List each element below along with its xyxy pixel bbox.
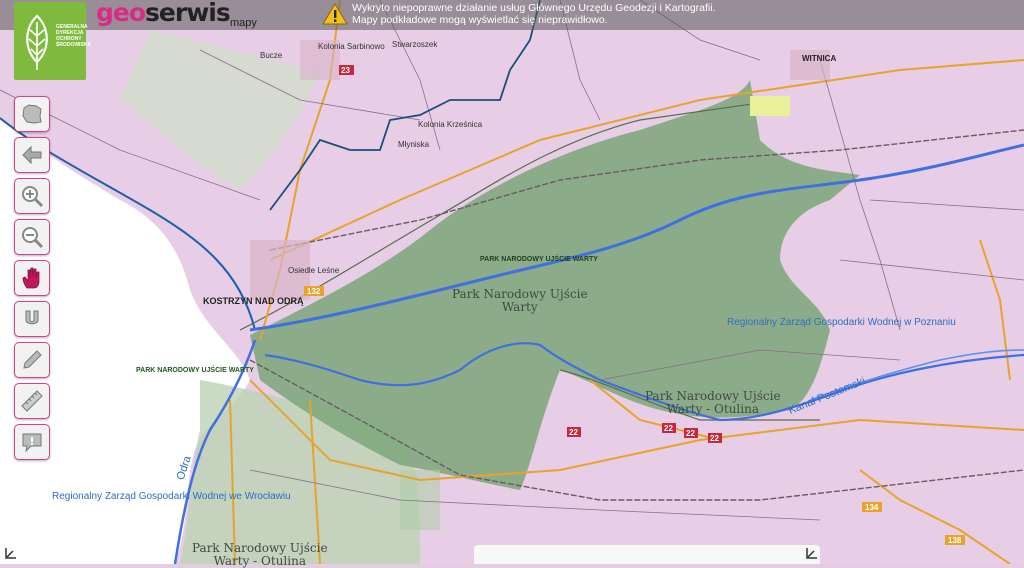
rzgw-wroclaw-label: Regionalny Zarząd Gospodarki Wodnej we W… — [52, 491, 291, 502]
logo-org-text: GENERALNA DYREKCJA OCHRONY ŚRODOWISKA — [56, 24, 91, 48]
town-label: Stwarzoszek — [392, 40, 438, 49]
warning-line-1: Wykryto niepoprawne działanie usług Głów… — [352, 2, 716, 14]
zoom-in-button[interactable] — [14, 178, 50, 214]
full-extent-button[interactable] — [14, 96, 50, 132]
town-label: Osiedle Leśne — [288, 266, 340, 275]
identify-button[interactable] — [14, 301, 50, 337]
zoom-in-icon — [22, 186, 44, 208]
warning-line-2: Mapy podkładowe mogą wyświetlać się niep… — [352, 14, 608, 26]
pan-button[interactable] — [14, 260, 50, 296]
park-label: Park Narodowy Ujście Warty — [452, 287, 588, 314]
field-patch — [750, 96, 790, 116]
expand-corner-icon[interactable] — [5, 547, 17, 559]
park-label-upper: PARK NARODOWY UJŚCIE WARTY — [480, 256, 598, 263]
resize-corner-icon[interactable] — [806, 547, 818, 559]
comment-icon — [22, 433, 42, 453]
leaf-icon — [26, 14, 48, 70]
park-buffer-label: Park Narodowy Ujście Warty - Otulina — [645, 389, 781, 416]
measure-button[interactable] — [14, 383, 50, 419]
ruler-icon — [21, 390, 43, 412]
warning-triangle-icon — [322, 3, 348, 25]
zoom-out-button[interactable] — [14, 219, 50, 255]
map-canvas[interactable]: 23 132 22 22 22 22 134 138 — [0, 0, 1024, 564]
rzgw-poznan-label: Regionalny Zarząd Gospodarki Wodnej w Po… — [727, 317, 956, 328]
brand-serwis: serwis — [145, 0, 231, 27]
warning-message: Wykryto niepoprawne działanie usług Głów… — [352, 2, 716, 26]
town-label: Kolonia Sarbinowo — [318, 42, 385, 51]
hand-icon — [22, 267, 40, 289]
park-label-left: PARK NARODOWY UJŚCIE WARTY — [136, 367, 254, 374]
city-label: KOSTRZYN NAD ODRĄ — [203, 296, 304, 306]
park-buffer-label-bottom: Park Narodowy Ujście Warty - Otulina — [192, 541, 328, 568]
road-134-label: 134 — [865, 503, 879, 512]
magnet-icon — [25, 310, 39, 325]
road-138-label: 138 — [948, 536, 962, 545]
poland-map-icon — [22, 104, 42, 124]
road-22-label: 22 — [686, 429, 695, 438]
bottom-panel[interactable] — [474, 545, 820, 564]
town-label: Młyniska — [398, 140, 430, 149]
road-132-label: 132 — [307, 287, 321, 296]
message-button[interactable] — [14, 424, 50, 460]
draw-button[interactable] — [14, 342, 50, 378]
town-label: Bucze — [260, 51, 283, 60]
town-witnica-label: WITNICA — [802, 54, 837, 63]
road-22-label: 22 — [569, 428, 578, 437]
previous-view-button[interactable] — [14, 137, 50, 173]
brand-subtitle: mapy — [230, 17, 257, 29]
gdos-logo[interactable]: GENERALNA DYREKCJA OCHRONY ŚRODOWISKA — [14, 2, 91, 80]
town-label: Kolonia Krześnica — [418, 120, 483, 129]
zoom-out-icon — [22, 227, 44, 249]
road-22-label: 22 — [710, 434, 719, 443]
road-23-label: 23 — [341, 66, 350, 75]
brand-geo: geo — [96, 0, 146, 27]
pencil-icon — [23, 350, 42, 369]
arrow-left-icon — [22, 145, 42, 165]
road-22-label: 22 — [664, 424, 673, 433]
